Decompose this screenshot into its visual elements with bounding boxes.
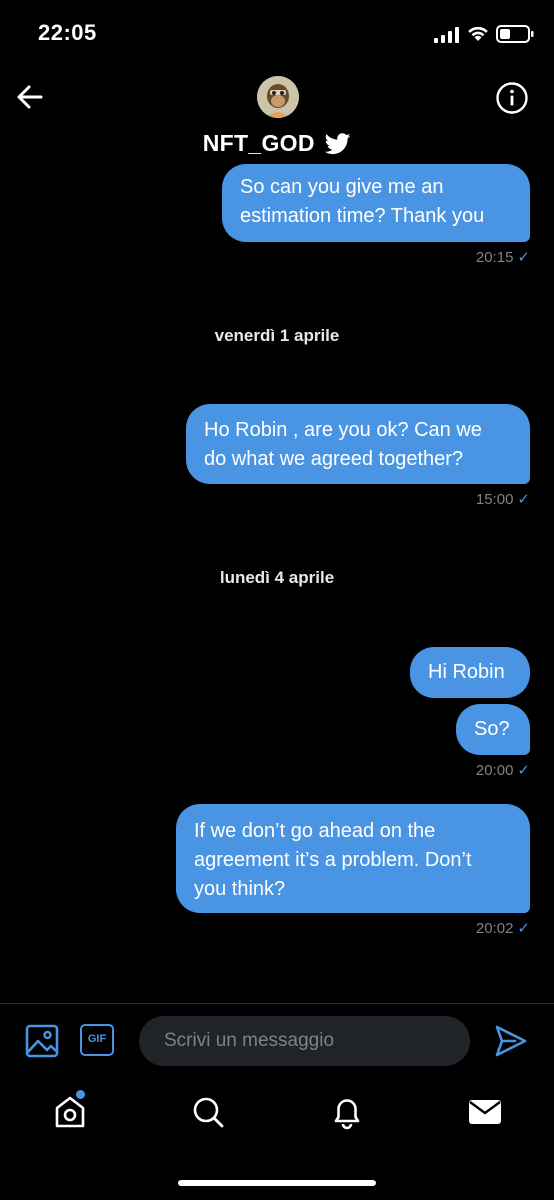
composer-divider	[0, 1003, 554, 1004]
avatar[interactable]	[257, 76, 299, 118]
message-timestamp: 20:02 ✓	[420, 919, 530, 937]
message-bubble[interactable]: Hi Robin	[410, 647, 530, 698]
notification-dot	[76, 1090, 85, 1099]
message-line: So?	[474, 718, 510, 740]
date-separator: venerdì 1 aprile	[214, 326, 340, 345]
message-line: If we don’t go ahead on the	[194, 820, 436, 842]
timestamp-text: 20:15	[475, 249, 514, 266]
conversation-header: NFT_GOD	[0, 64, 554, 168]
signal-icon	[434, 27, 459, 43]
sent-check-icon: ✓	[517, 249, 530, 266]
status-bar: 22:05	[0, 0, 554, 64]
sent-check-icon: ✓	[517, 491, 530, 508]
mail-icon[interactable]	[468, 1094, 502, 1130]
twitter-bird-icon	[325, 132, 351, 154]
date-separator: lunedì 4 aprile	[219, 568, 335, 587]
message-timestamp: 20:15 ✓	[420, 248, 530, 266]
message-line: agreement it’s a problem. Don’t	[194, 849, 472, 871]
message-timestamp: 20:00 ✓	[420, 761, 530, 779]
message-input[interactable]	[139, 1016, 470, 1066]
contact-title[interactable]: NFT_GOD	[0, 130, 554, 157]
image-icon[interactable]	[25, 1024, 59, 1058]
sent-check-icon: ✓	[517, 762, 530, 779]
battery-icon	[496, 25, 534, 43]
timestamp-text: 20:02	[475, 920, 514, 937]
home-icon[interactable]	[53, 1094, 87, 1130]
message-line: do what we agreed together?	[204, 448, 464, 470]
ape-avatar-icon	[257, 76, 299, 118]
message-line: estimation time? Thank you	[240, 205, 485, 227]
info-icon[interactable]	[495, 81, 529, 115]
bell-icon[interactable]	[330, 1094, 364, 1130]
message-timestamp: 15:00 ✓	[420, 490, 530, 508]
timestamp-text: 20:00	[475, 762, 514, 779]
status-time: 22:05	[38, 20, 97, 45]
contact-name: NFT_GOD	[202, 130, 315, 156]
message-line: Hi Robin	[428, 661, 505, 683]
message-bubble[interactable]: So?	[456, 704, 530, 755]
send-icon[interactable]	[493, 1023, 529, 1059]
message-line: So can you give me an	[240, 176, 444, 198]
home-indicator	[178, 1180, 376, 1186]
gif-button[interactable]: GIF	[80, 1024, 114, 1056]
message-line: Ho Robin , are you ok? Can we	[204, 419, 482, 441]
back-arrow-icon[interactable]	[14, 80, 48, 114]
wifi-icon	[468, 26, 488, 41]
search-icon[interactable]	[191, 1094, 225, 1130]
message-bubble[interactable]: So can you give me an estimation time? T…	[222, 164, 530, 242]
sent-check-icon: ✓	[517, 920, 530, 937]
message-bubble[interactable]: If we don’t go ahead on the agreement it…	[176, 804, 530, 913]
message-bubble[interactable]: Ho Robin , are you ok? Can we do what we…	[186, 404, 530, 484]
message-line: you think?	[194, 878, 286, 900]
timestamp-text: 15:00	[475, 491, 514, 508]
